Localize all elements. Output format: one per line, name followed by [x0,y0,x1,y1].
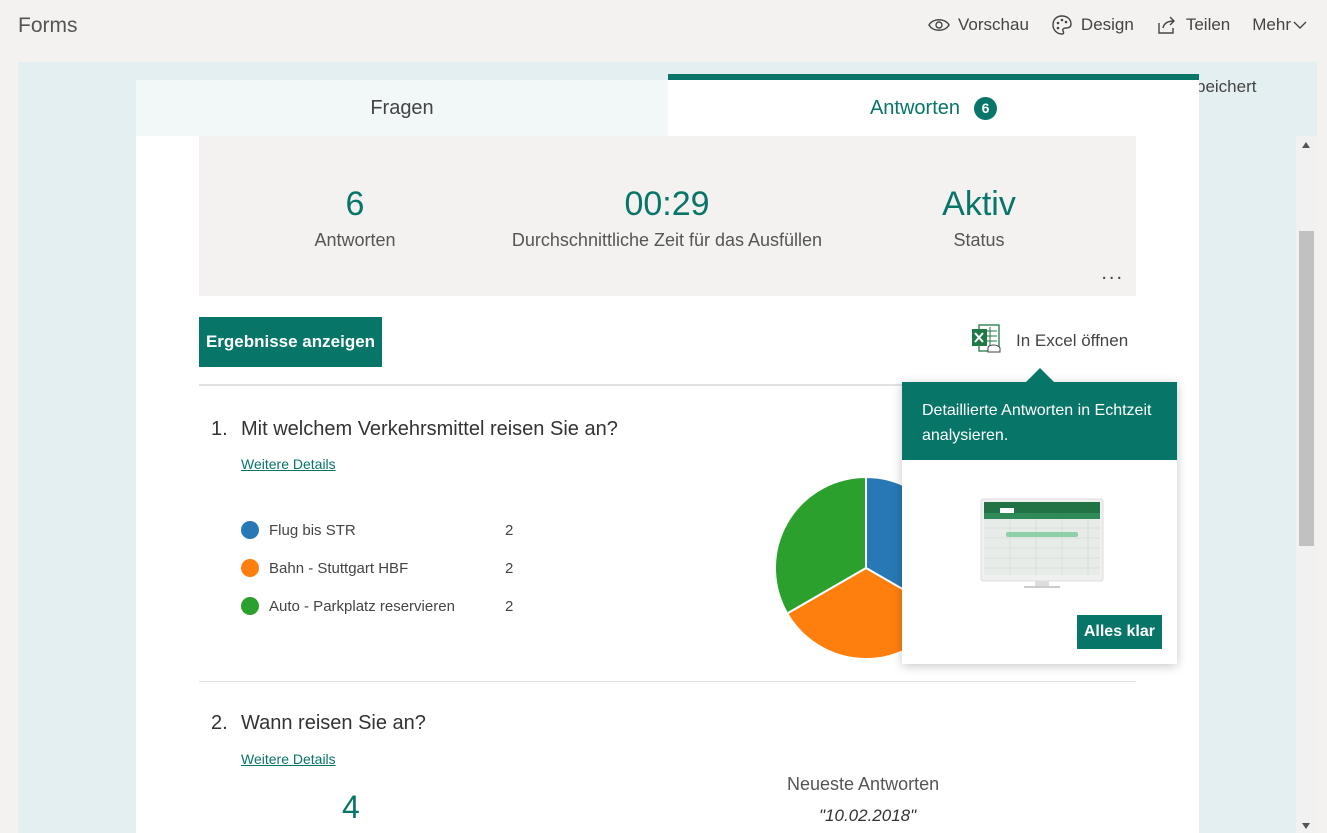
saved-status: peichert [1196,77,1257,96]
top-bar: Forms Vorschau Design Teilen Mehr [0,0,1327,62]
question-2-number: 2. [211,712,228,734]
toolbar: Vorschau Design Teilen Mehr [928,14,1307,36]
tooltip-arrow [1026,368,1054,382]
more-label: Mehr [1252,15,1291,34]
status-label: Status [953,230,1005,250]
open-in-excel-label: In Excel öffnen [1016,330,1129,350]
legend-dot-flug [241,521,259,539]
question-1-text: Mit welchem Verkehrsmittel reisen Sie an… [241,418,618,440]
stat-average-time: 00:29 Durchschnittliche Zeit für das Aus… [487,184,847,251]
view-results-button[interactable]: Ergebnisse anzeigen [199,317,382,367]
question-1-number: 1. [211,418,228,440]
stat-responses: 6 Antworten [275,184,435,251]
excel-icon [970,322,1002,359]
responses-label: Antworten [314,230,396,250]
preview-button[interactable]: Vorschau [928,14,1029,36]
design-button[interactable]: Design [1051,14,1134,36]
question-2-text: Wann reisen Sie an? [241,712,426,734]
scroll-down-arrow-icon[interactable] [1302,823,1310,829]
tooltip-message: Detaillierte Antworten in Echtzeit analy… [902,382,1177,460]
legend-label: Auto - Parkplatz reservieren [269,597,455,615]
preview-label: Vorschau [958,15,1029,34]
avg-time-value: 00:29 [624,185,710,223]
app-title: Forms [18,14,78,37]
legend-count: 2 [505,597,514,615]
chevron-down-icon [1293,14,1307,36]
share-icon [1156,14,1178,36]
stat-status: Aktiv Status [899,184,1059,251]
legend-dot-auto [241,597,259,615]
open-in-excel-button[interactable]: In Excel öffnen [970,322,1128,359]
avg-time-label: Durchschnittliche Zeit für das Ausfüllen [511,230,823,250]
question-1-legend: Flug bis STR 2 Bahn - Stuttgart HBF 2 Au… [241,511,535,625]
more-menu-button[interactable]: Mehr [1252,14,1307,36]
responses-count-badge: 6 [974,96,998,120]
legend-label: Bahn - Stuttgart HBF [269,559,409,577]
design-label: Design [1080,15,1134,34]
responses-value: 6 [345,185,365,223]
question-1-title: 1. Mit welchem Verkehrsmittel reisen Sie … [211,418,618,441]
question-1-details-link[interactable]: Weitere Details [241,456,336,472]
legend-count: 2 [505,521,514,539]
share-button[interactable]: Teilen [1156,14,1230,36]
excel-teaching-tooltip: Detaillierte Antworten in Echtzeit analy… [902,368,1177,664]
more-options-button[interactable]: ... [1101,262,1124,285]
legend-count: 2 [505,559,514,577]
excel-preview-illustration [980,498,1104,588]
latest-response-value: "10.02.2018" [819,806,917,825]
share-label: Teilen [1185,15,1231,34]
question-2-title: 2. Wann reisen Sie an? [211,712,426,735]
legend-dot-bahn [241,559,259,577]
scroll-up-arrow-icon[interactable] [1302,142,1310,148]
legend-item: Bahn - Stuttgart HBF 2 [241,549,535,587]
scroll-thumb[interactable] [1299,231,1314,546]
got-it-button[interactable]: Alles klar [1076,615,1162,649]
question-2-details-link[interactable]: Weitere Details [241,751,336,767]
tab-responses[interactable]: Antworten 6 [668,74,1199,136]
tab-questions-label: Fragen [370,96,434,119]
legend-item: Flug bis STR 2 [241,511,535,549]
palette-icon [1051,14,1073,36]
legend-item: Auto - Parkplatz reservieren 2 [241,587,535,625]
status-value: Aktiv [942,185,1016,223]
tab-questions[interactable]: Fragen [136,80,668,136]
tab-responses-label: Antworten [869,96,961,119]
summary-box: 6 Antworten 00:29 Durchschnittliche Zeit… [199,136,1136,296]
vertical-scrollbar[interactable] [1296,136,1317,833]
question-2-response-count: 4 [342,789,360,825]
latest-responses-title: Neueste Antworten [787,774,940,794]
legend-label: Flug bis STR [269,521,356,539]
question-divider [199,681,1136,682]
eye-icon [928,14,950,36]
